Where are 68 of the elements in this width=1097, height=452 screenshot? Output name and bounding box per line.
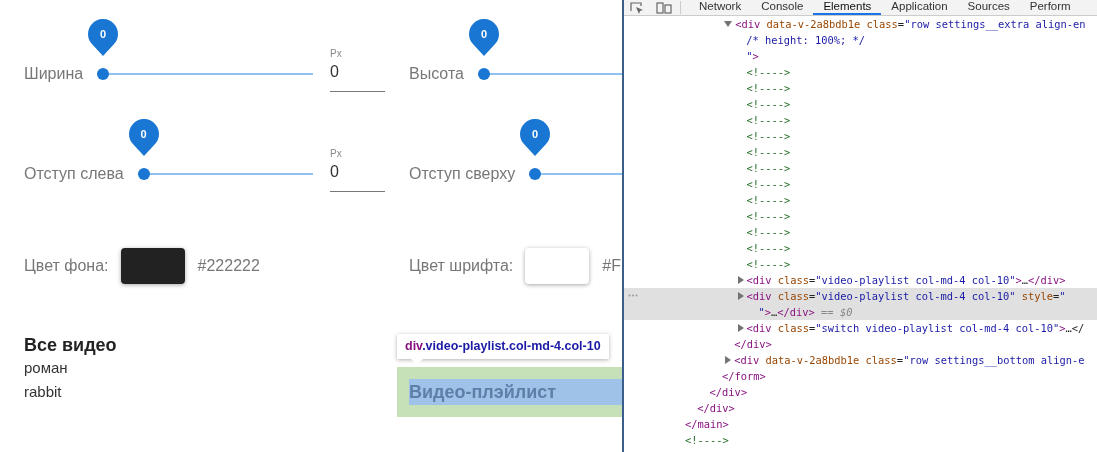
selected-node-highlight[interactable]: <div class="video-playlist col-md-4 col-10" style=" ">…</div> == $0 — [624, 288, 1097, 320]
slider-label: Отступ слева — [24, 164, 124, 184]
devtools-tab[interactable]: Perform — [1019, 0, 1081, 15]
slider-label: Отступ сверху — [409, 164, 516, 184]
slider-handle[interactable] — [529, 168, 542, 180]
collapsed-arrow-icon[interactable] — [737, 292, 744, 300]
slider-handle[interactable] — [137, 168, 150, 180]
devtools-tab[interactable]: Application — [881, 0, 958, 15]
dom-node-text[interactable]: <!----> — [746, 80, 791, 96]
collapsed-arrow-icon[interactable] — [737, 324, 744, 332]
value-bubble: 0 — [520, 119, 551, 156]
devtools-tab[interactable]: Sources — [957, 0, 1020, 15]
color-hex-value: #F — [602, 256, 621, 276]
dom-node-text[interactable]: /* height: 100%; */ — [746, 32, 866, 48]
dom-node-text[interactable]: <!----> — [746, 240, 791, 256]
dom-node-text[interactable]: <!----> — [746, 96, 791, 112]
dom-node-text[interactable]: <!----> — [746, 128, 791, 144]
video-item[interactable]: роман — [24, 356, 385, 380]
dom-node-text[interactable]: </div> — [709, 384, 748, 400]
color-swatch[interactable] — [120, 248, 185, 284]
dom-node-text[interactable]: <!----> — [746, 160, 791, 176]
dom-node-text[interactable]: <!----> — [746, 64, 791, 80]
dom-node-text[interactable]: <div class="switch video-playlist col-md-4 col-10">…</ — [746, 320, 1085, 336]
number-input-field[interactable]: Px 0 — [330, 48, 385, 92]
value-bubble: 0 — [128, 119, 159, 156]
dom-node-text[interactable]: <!----> — [746, 176, 791, 192]
slider-handle[interactable] — [477, 68, 490, 80]
collapsed-arrow-icon[interactable] — [725, 356, 732, 364]
playlist-title: Видео-плэйлист — [409, 379, 622, 405]
unit-label: Px — [330, 48, 343, 60]
dom-node-text[interactable]: <!----> — [746, 192, 791, 208]
device-toggle-icon[interactable] — [656, 2, 672, 14]
devtools-tab[interactable]: Console — [751, 0, 814, 15]
dom-node-text[interactable]: <div data-v-2a8bdb1e class="row settings__extra align-en — [735, 16, 1086, 32]
video-item[interactable]: rabbit — [24, 380, 385, 404]
dom-node-text[interactable]: </main> — [685, 416, 729, 432]
dom-node-text[interactable]: </form> — [721, 368, 766, 384]
dom-node-text[interactable]: ">…</div> == $0 — [758, 304, 853, 320]
dom-node-text[interactable]: "> — [746, 48, 759, 64]
color-hex-value: #222222 — [197, 256, 260, 276]
expanded-arrow-icon[interactable] — [724, 21, 733, 27]
slider-handle[interactable] — [97, 68, 110, 80]
value-bubble: 0 — [88, 19, 119, 56]
dom-node-text[interactable]: <!----> — [746, 256, 791, 272]
dom-node-text[interactable]: </div> — [697, 400, 735, 416]
dom-node-text[interactable]: <!----> — [746, 208, 791, 224]
color-label: Цвет фона: — [24, 256, 109, 276]
dom-node-text[interactable]: <!----> — [746, 112, 791, 128]
number-input-field[interactable]: Px 0 — [330, 148, 385, 192]
section-title: Все видео — [24, 334, 118, 356]
dom-node-text[interactable]: <div class="video-playlist col-md-4 col-10">…</div> — [746, 272, 1066, 288]
slider-label: Ширина — [24, 64, 84, 84]
color-label: Цвет шрифта: — [409, 256, 514, 276]
dom-node-text[interactable]: </div> — [734, 336, 772, 352]
unit-label: Px — [330, 148, 343, 160]
dom-node-text[interactable]: <!----> — [746, 224, 791, 240]
devtools-tab[interactable]: Network — [689, 0, 752, 15]
dom-node-text[interactable]: <div data-v-2a8bdb1e class="row settings__bottom align-e — [734, 352, 1085, 368]
slider-label: Высота — [409, 64, 464, 84]
inspect-icon[interactable] — [630, 2, 644, 14]
input-value: 0 — [330, 162, 340, 182]
devtools-tab[interactable]: Elements — [813, 0, 882, 15]
dom-node-text[interactable]: <!----> — [746, 144, 791, 160]
color-swatch[interactable] — [525, 248, 590, 284]
input-value: 0 — [330, 62, 340, 82]
value-bubble: 0 — [468, 19, 499, 56]
dom-node-text[interactable]: <div class="video-playlist col-md-4 col-10" style=" — [746, 288, 1066, 304]
dom-node-text[interactable]: <!----> — [685, 432, 729, 448]
